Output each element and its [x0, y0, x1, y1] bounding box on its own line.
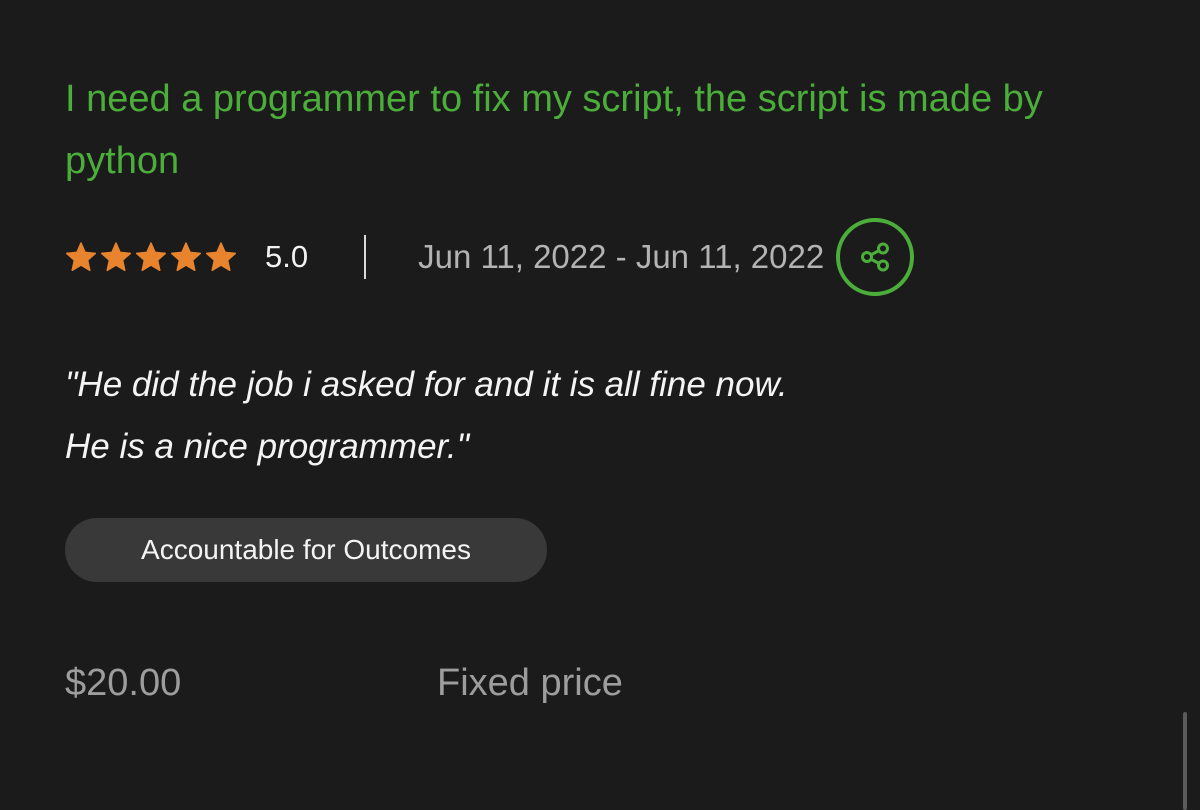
rating-row: 5.0 Jun 11, 2022 - Jun 11, 2022: [65, 218, 915, 296]
divider: [364, 235, 367, 279]
job-title[interactable]: I need a programmer to fix my script, th…: [65, 68, 1065, 192]
skill-tag[interactable]: Accountable for Outcomes: [65, 518, 547, 582]
star-rating: [65, 241, 237, 273]
date-range: Jun 11, 2022 - Jun 11, 2022: [418, 238, 825, 275]
star-icon: [135, 241, 167, 273]
star-icon: [205, 241, 237, 273]
review-line: "He did the job i asked for and it is al…: [65, 365, 788, 404]
price: $20.00: [65, 662, 182, 704]
star-icon: [65, 241, 97, 273]
price-type: Fixed price: [437, 662, 623, 704]
share-icon: [858, 240, 892, 274]
review-text: "He did the job i asked for and it is al…: [65, 354, 1065, 478]
rating-score: 5.0: [265, 239, 309, 274]
scrollbar[interactable]: [1183, 712, 1187, 810]
star-icon: [100, 241, 132, 273]
star-icon: [170, 241, 202, 273]
share-button[interactable]: [836, 218, 915, 296]
review-line: He is a nice programmer.": [65, 427, 470, 466]
